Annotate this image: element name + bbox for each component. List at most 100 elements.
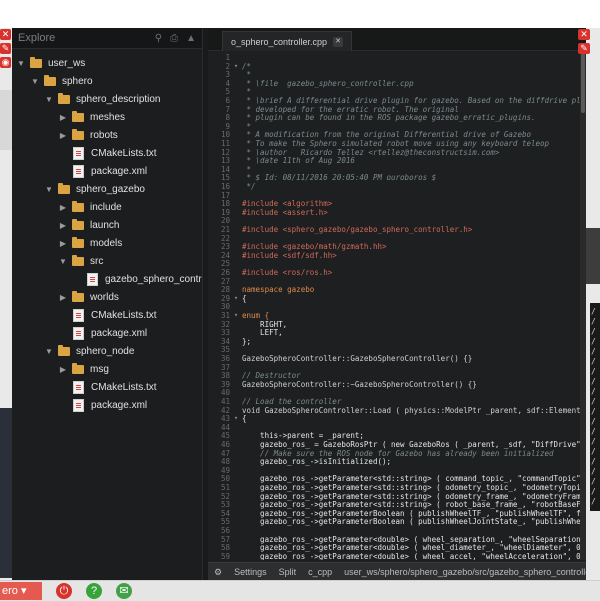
folder-icon xyxy=(72,128,84,140)
scrollbar-thumb[interactable] xyxy=(581,53,585,113)
fold-arrow-icon[interactable]: ▾ xyxy=(233,62,239,70)
terminal-prompt-glyph: / xyxy=(591,417,596,426)
tree-folder[interactable]: ▼ user_ws xyxy=(16,54,85,72)
terminal-prompt-glyph: / xyxy=(591,347,596,356)
chevron-down-icon[interactable]: ▼ xyxy=(58,257,68,266)
tree-folder[interactable]: ▼ sphero_gazebo xyxy=(44,180,145,198)
terminal-prompt-glyph: / xyxy=(591,357,596,366)
close-editor-icon[interactable]: ✕ xyxy=(578,29,590,40)
chevron-right-icon[interactable]: ▶ xyxy=(58,239,68,248)
tree-item-label: sphero_node xyxy=(76,345,135,357)
tree-item-label: CMakeLists.txt xyxy=(91,147,157,159)
terminal-prompt-glyph: / xyxy=(591,437,596,446)
editor-edit-icon[interactable]: ✎ xyxy=(578,43,590,54)
tree-folder[interactable]: ▶ meshes xyxy=(58,108,125,126)
tree-file[interactable]: package.xml xyxy=(58,324,147,342)
folder-icon xyxy=(72,218,84,230)
code-editor: o_sphero_controller.cpp ✕ 1 2 ▾/* 3 * 4 * \f… xyxy=(208,28,586,581)
settings-gear-icon[interactable]: ⚙ xyxy=(208,567,228,578)
chevron-down-icon[interactable]: ▼ xyxy=(30,77,40,86)
chevron-down-icon[interactable]: ▼ xyxy=(44,185,54,194)
chevron-right-icon[interactable]: ▶ xyxy=(58,113,68,122)
tree-folder[interactable]: ▶ robots xyxy=(58,126,118,144)
code-area[interactable]: 1 2 ▾/* 3 * 4 * \file gazebo_sphero_controll… xyxy=(208,51,580,560)
folder-icon xyxy=(58,344,70,356)
search-icon[interactable]: ⚲ xyxy=(155,33,162,44)
tree-file[interactable]: package.xml xyxy=(58,396,147,414)
folder-icon xyxy=(44,74,56,86)
file-icon xyxy=(73,146,84,160)
tree-item-label: worlds xyxy=(90,291,119,303)
chevron-down-icon[interactable]: ▼ xyxy=(44,95,54,104)
code-line: { xyxy=(242,414,247,424)
file-explorer: Explore ⚲ ⎙ ▲ ▼ user_ws ▼ sphero ▼ sphero_des… xyxy=(12,28,217,580)
code-line: gazebo_ros_->isInitialized(); xyxy=(242,457,392,467)
file-icon xyxy=(73,398,84,412)
tree-file[interactable]: package.xml xyxy=(58,162,147,180)
tree-folder[interactable]: ▶ worlds xyxy=(58,288,119,306)
code-line: * \date 11th of Aug 2016 xyxy=(242,156,355,166)
tree-file[interactable]: CMakeLists.txt xyxy=(58,306,157,324)
code-line: #include <ros/ros.h> xyxy=(242,268,333,277)
edit-icon[interactable]: ✎ xyxy=(0,43,11,54)
tree-folder[interactable]: ▶ models xyxy=(58,234,122,252)
robot-label: ero xyxy=(2,585,18,597)
editor-status-bar: ⚙ Settings Split c_cpp user_ws/sphero/sp… xyxy=(208,562,586,581)
terminal-prompt-glyph: / xyxy=(591,317,596,326)
view-icon[interactable]: ◉ xyxy=(0,57,11,68)
chevron-down-icon[interactable]: ▼ xyxy=(16,59,26,68)
terminal-prompt-glyph: / xyxy=(591,407,596,416)
split-button[interactable]: Split xyxy=(273,567,303,577)
tree-item-label: models xyxy=(90,237,123,249)
tree-folder[interactable]: ▼ sphero_description xyxy=(44,90,161,108)
tree-folder[interactable]: ▶ launch xyxy=(58,216,119,234)
robot-button[interactable]: ero ▾ xyxy=(0,582,42,600)
tree-folder[interactable]: ▼ sphero_node xyxy=(44,342,134,360)
line-number: 59 xyxy=(220,551,230,560)
tree-file[interactable]: CMakeLists.txt xyxy=(58,378,157,396)
chevron-right-icon[interactable]: ▶ xyxy=(58,293,68,302)
folder-icon xyxy=(58,182,70,194)
fold-arrow-icon[interactable]: ▾ xyxy=(233,414,239,422)
tree-item-label: sphero_gazebo xyxy=(76,183,145,195)
language-mode[interactable]: c_cpp xyxy=(302,567,338,577)
close-icon[interactable]: ✕ xyxy=(333,36,344,47)
chevron-right-icon[interactable]: ▶ xyxy=(58,131,68,140)
power-icon[interactable]: ⏻ xyxy=(56,583,72,599)
fold-arrow-icon[interactable]: ▾ xyxy=(233,294,239,302)
tree-file[interactable]: gazebo_sphero_controlle xyxy=(72,270,217,288)
code-line: { xyxy=(242,293,247,303)
tree-folder[interactable]: ▶ msg xyxy=(58,360,109,378)
terminal-prompt-glyph: / xyxy=(591,377,596,386)
tree-item-label: meshes xyxy=(90,111,126,123)
tree-item-label: package.xml xyxy=(91,327,148,339)
chevron-right-icon[interactable]: ▶ xyxy=(58,221,68,230)
explorer-header: Explore ⚲ ⎙ ▲ xyxy=(12,28,202,49)
chat-icon[interactable]: ✉ xyxy=(116,583,132,599)
top-strip xyxy=(0,0,600,28)
fold-arrow-icon[interactable]: ▾ xyxy=(233,311,239,319)
tree-folder[interactable]: ▼ src xyxy=(58,252,103,270)
tree-item-label: src xyxy=(90,255,104,267)
lock-icon[interactable]: ▲ xyxy=(186,33,196,44)
tree-item-label: user_ws xyxy=(48,57,86,69)
settings-button[interactable]: Settings xyxy=(228,567,273,577)
chevron-right-icon[interactable]: ▶ xyxy=(58,203,68,212)
terminal-prompt-glyph: / xyxy=(591,337,596,346)
tab-sphero-controller[interactable]: o_sphero_controller.cpp ✕ xyxy=(222,31,353,51)
folder-icon xyxy=(72,254,84,266)
help-icon[interactable]: ? xyxy=(86,583,102,599)
file-icon xyxy=(73,308,84,322)
close-panel-icon[interactable]: ✕ xyxy=(0,29,11,40)
tree-folder[interactable]: ▶ include xyxy=(58,198,122,216)
print-icon[interactable]: ⎙ xyxy=(170,33,178,44)
tree-file[interactable]: CMakeLists.txt xyxy=(58,144,157,162)
chevron-down-icon[interactable]: ▼ xyxy=(44,347,54,356)
chevron-right-icon[interactable]: ▶ xyxy=(58,365,68,374)
right-panel-block xyxy=(586,228,600,284)
folder-icon xyxy=(72,290,84,302)
file-icon xyxy=(73,164,84,178)
tree-folder[interactable]: ▼ sphero xyxy=(30,72,93,90)
tree-item-label: gazebo_sphero_controlle xyxy=(105,273,218,285)
tree-item-label: robots xyxy=(90,129,118,141)
